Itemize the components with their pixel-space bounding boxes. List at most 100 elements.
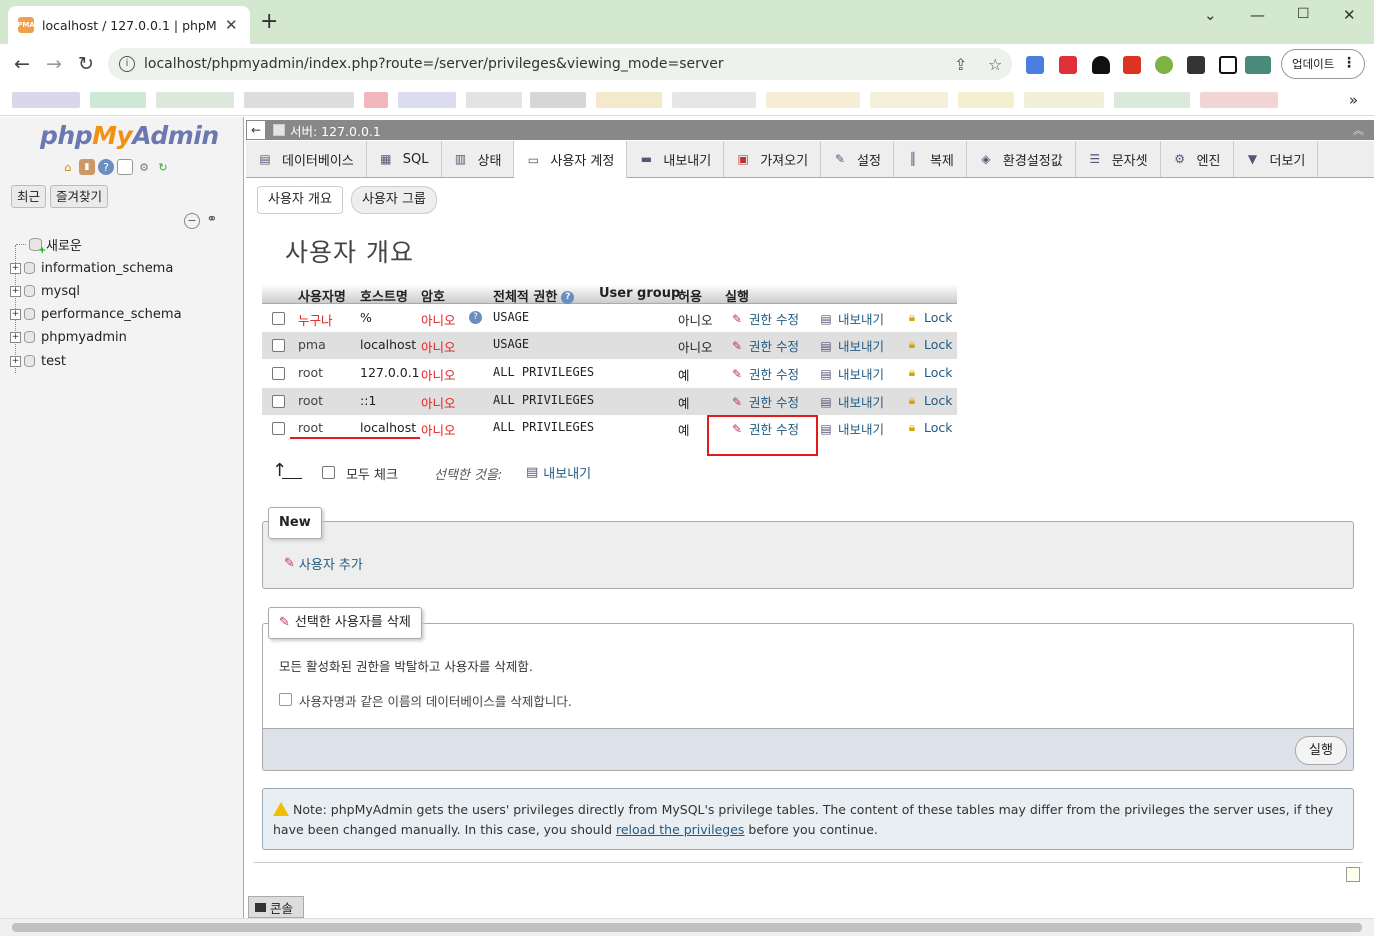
server-label[interactable]: 서버: 127.0.0.1 xyxy=(290,121,381,140)
pdf-extension-icon[interactable] xyxy=(1123,56,1141,74)
edit-privileges-link[interactable]: ✎ 권한 수정 xyxy=(729,336,799,355)
close-window-icon[interactable]: ✕ xyxy=(1343,6,1356,24)
expand-icon[interactable]: + xyxy=(10,262,21,274)
col-password[interactable]: 암호 xyxy=(421,286,445,305)
share-icon[interactable]: ⇪ xyxy=(954,55,967,74)
scrollbar-thumb[interactable] xyxy=(12,923,1362,932)
check-all-checkbox[interactable] xyxy=(322,466,335,479)
minimize-icon[interactable]: — xyxy=(1250,6,1265,24)
tree-item-test[interactable]: + test xyxy=(10,352,66,370)
link-with-main-icon[interactable]: ⚭ xyxy=(204,213,220,229)
tab-more[interactable]: ▼ 더보기 xyxy=(1234,141,1319,177)
export-link[interactable]: ▤ 내보내기 xyxy=(818,392,884,411)
page-settings-icon[interactable] xyxy=(1346,867,1360,882)
console-toggle[interactable]: 콘솔 xyxy=(248,896,304,918)
tab-settings[interactable]: ✎ 설정 xyxy=(821,141,894,177)
edit-privileges-link[interactable]: ✎ 권한 수정 xyxy=(729,392,799,411)
bookmark-item[interactable] xyxy=(672,92,756,108)
bookmark-star-icon[interactable]: ☆ xyxy=(988,55,1002,74)
subtab-user-overview[interactable]: 사용자 개요 xyxy=(257,186,343,214)
col-global-privileges[interactable]: 전체적 권한? xyxy=(493,286,575,305)
update-button[interactable]: 업데이트 ⋮ xyxy=(1281,49,1365,79)
edit-privileges-link[interactable]: ✎ 권한 수정 xyxy=(729,364,799,383)
lock-link[interactable]: 🔒︎ Lock xyxy=(904,419,953,435)
bookmark-item[interactable] xyxy=(12,92,80,108)
reload-nav-icon[interactable]: ↻ xyxy=(155,159,171,175)
tab-variables[interactable]: ◈ 환경설정값 xyxy=(967,141,1076,177)
help-icon[interactable]: ? xyxy=(561,291,575,304)
tab-export[interactable]: ▬ 내보내기 xyxy=(627,141,725,177)
horizontal-scrollbar[interactable] xyxy=(0,918,1374,936)
back-icon[interactable]: ← xyxy=(14,52,30,76)
tab-replication[interactable]: ║ 복제 xyxy=(894,141,967,177)
maximize-icon[interactable]: ☐ xyxy=(1297,6,1310,22)
bookmark-item[interactable] xyxy=(958,92,1014,108)
lock-link[interactable]: 🔒︎ Lock xyxy=(904,309,953,325)
home-icon[interactable]: ⌂ xyxy=(60,159,76,175)
tab-search-chevron-icon[interactable]: ⌄ xyxy=(1204,6,1217,24)
collapse-all-icon[interactable]: − xyxy=(184,213,200,229)
subtab-user-groups[interactable]: 사용자 그룹 xyxy=(350,186,437,214)
toggle-navigation-icon[interactable]: ← xyxy=(247,121,265,139)
tree-item-information-schema[interactable]: + information_schema xyxy=(10,259,173,277)
browser-tab[interactable]: PMA localhost / 127.0.0.1 | phpMyAdmin ✕ xyxy=(8,6,250,44)
more-bookmarks-icon[interactable]: » xyxy=(1349,91,1358,109)
tab-status[interactable]: ▥ 상태 xyxy=(442,141,515,177)
address-bar[interactable]: i localhost/phpmyadmin/index.php?route=/… xyxy=(108,48,1012,80)
drop-database-checkbox[interactable] xyxy=(279,693,292,706)
edit-privileges-link[interactable]: ✎ 권한 수정 xyxy=(729,309,799,328)
bookmark-item[interactable] xyxy=(530,92,586,108)
bookmark-item[interactable] xyxy=(1114,92,1190,108)
bookmark-item[interactable] xyxy=(364,92,388,108)
go-button[interactable]: 실행 xyxy=(1295,736,1347,765)
favorites-button[interactable]: 즐겨찾기 xyxy=(50,185,109,208)
bookmark-item[interactable] xyxy=(596,92,662,108)
row-checkbox[interactable] xyxy=(272,422,285,435)
lock-link[interactable]: 🔒︎ Lock xyxy=(904,364,953,380)
forward-icon[interactable]: → xyxy=(46,52,62,76)
tree-item-mysql[interactable]: + mysql xyxy=(10,282,80,300)
download-extension-icon[interactable] xyxy=(1092,56,1110,74)
reload-icon[interactable]: ↻ xyxy=(78,52,94,76)
tree-item-performance-schema[interactable]: + performance_schema xyxy=(10,305,182,323)
translate-extension-icon[interactable] xyxy=(1026,56,1044,74)
tab-charsets[interactable]: ☰ 문자셋 xyxy=(1076,141,1161,177)
video-extension-icon[interactable] xyxy=(1059,56,1077,74)
extensions-puzzle-icon[interactable] xyxy=(1187,56,1205,74)
help-icon[interactable]: ? xyxy=(98,159,114,175)
ai-extension-icon[interactable] xyxy=(1155,56,1173,74)
site-info-icon[interactable]: i xyxy=(119,56,135,72)
recent-button[interactable]: 최근 xyxy=(11,185,47,208)
export-link[interactable]: ▤ 내보내기 xyxy=(818,419,884,438)
row-checkbox[interactable] xyxy=(272,367,285,380)
export-link[interactable]: ▤ 내보내기 xyxy=(818,364,884,383)
bulk-export-button[interactable]: ▤ 내보내기 xyxy=(526,463,591,482)
bookmark-item[interactable] xyxy=(1200,92,1278,108)
col-hostname[interactable]: 호스트명 xyxy=(360,286,408,305)
row-checkbox[interactable] xyxy=(272,395,285,408)
tab-databases[interactable]: ▤ 데이터베이스 xyxy=(246,141,367,177)
drop-database-label[interactable]: 사용자명과 같은 이름의 데이터베이스를 삭제합니다. xyxy=(299,691,572,710)
row-checkbox[interactable] xyxy=(272,312,285,325)
profile-avatar[interactable] xyxy=(1245,56,1271,74)
col-user-group[interactable]: User group xyxy=(599,286,680,301)
add-user-link[interactable]: ✎ 사용자 추가 xyxy=(284,554,363,573)
sidepanel-icon[interactable] xyxy=(1219,56,1237,74)
gear-icon[interactable]: ⚙ xyxy=(136,159,152,175)
lock-link[interactable]: 🔒︎ Lock xyxy=(904,392,953,408)
phpmyadmin-logo[interactable]: phpMyAdmin xyxy=(40,121,219,150)
export-link[interactable]: ▤ 내보내기 xyxy=(818,309,884,328)
close-tab-icon[interactable]: ✕ xyxy=(225,16,238,34)
logout-icon[interactable]: ▮ xyxy=(79,159,95,175)
tab-sql[interactable]: ▦ SQL xyxy=(367,141,442,177)
bookmark-item[interactable] xyxy=(766,92,860,108)
bookmark-item[interactable] xyxy=(244,92,354,108)
new-tab-button[interactable]: + xyxy=(260,11,278,33)
row-checkbox[interactable] xyxy=(272,339,285,352)
bookmark-item[interactable] xyxy=(466,92,522,108)
tab-import[interactable]: ▣ 가져오기 xyxy=(724,141,822,177)
expand-icon[interactable]: + xyxy=(10,355,21,367)
bookmark-item[interactable] xyxy=(398,92,456,108)
bookmark-item[interactable] xyxy=(1024,92,1104,108)
collapse-top-icon[interactable]: ︽ xyxy=(1353,122,1364,138)
